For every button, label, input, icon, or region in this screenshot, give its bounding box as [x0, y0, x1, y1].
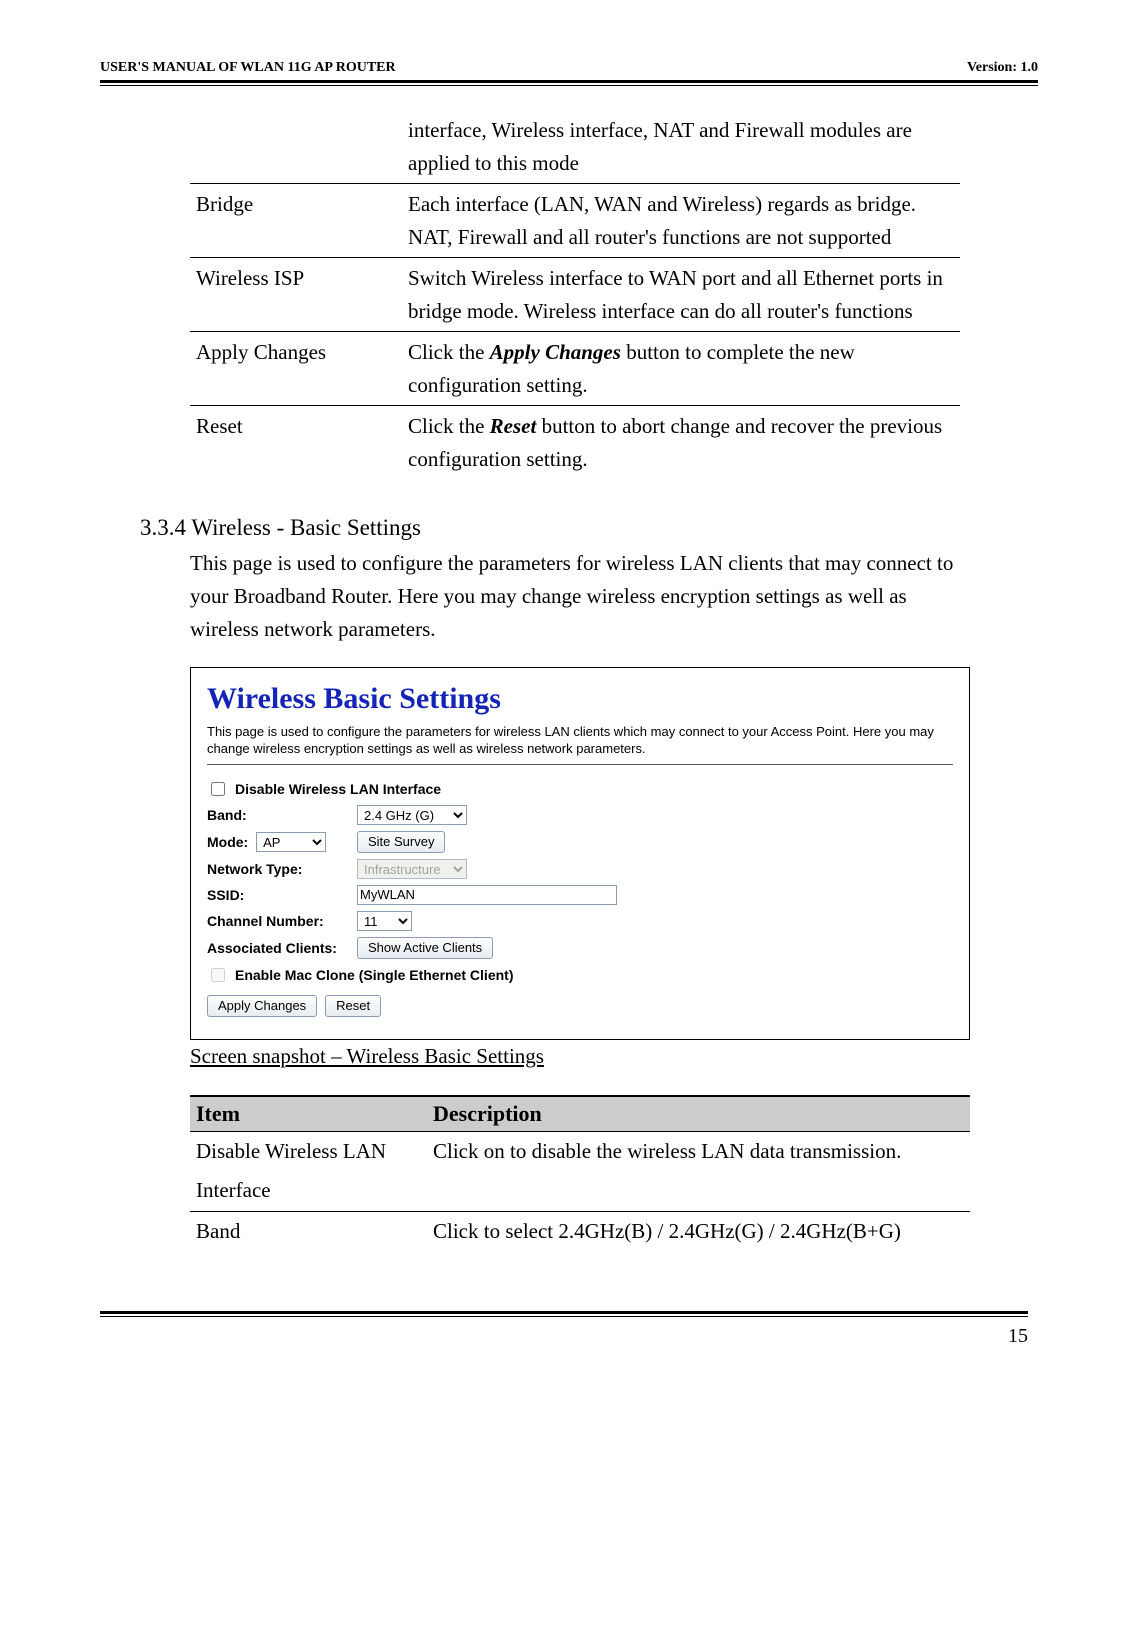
table-cell-desc: interface, Wireless interface, NAT and F…: [402, 110, 960, 184]
table-item-bridge: Bridge: [190, 184, 402, 258]
td-item-disable1: Disable Wireless LAN: [190, 1131, 427, 1171]
panel-title: Wireless Basic Settings: [207, 682, 953, 716]
footer-rule: [100, 1311, 1028, 1317]
th-item: Item: [190, 1096, 427, 1132]
reset-desc-pre: Click the: [408, 414, 490, 438]
divider: [207, 764, 953, 765]
header-rule: [100, 80, 1038, 86]
reset-desc-em: Reset: [490, 414, 537, 438]
th-desc: Description: [427, 1096, 970, 1132]
disable-wlan-label: Disable Wireless LAN Interface: [235, 781, 441, 797]
td-desc-disable: Click on to disable the wireless LAN dat…: [427, 1131, 970, 1171]
mode-description-table: interface, Wireless interface, NAT and F…: [190, 110, 960, 479]
panel-description: This page is used to configure the param…: [207, 724, 953, 758]
screenshot-caption: Screen snapshot – Wireless Basic Setting…: [190, 1044, 1038, 1069]
table-desc-bridge: Each interface (LAN, WAN and Wireless) r…: [402, 184, 960, 258]
header-right: Version: 1.0: [967, 60, 1038, 76]
disable-wlan-checkbox[interactable]: [211, 782, 225, 796]
table-cell-empty: [190, 110, 402, 184]
apply-desc-pre: Click the: [408, 340, 490, 364]
mode-label: Mode: AP: [207, 832, 357, 852]
mac-clone-label: Enable Mac Clone (Single Ethernet Client…: [235, 967, 513, 983]
apply-changes-button[interactable]: Apply Changes: [207, 995, 317, 1017]
ssid-label: SSID:: [207, 887, 357, 903]
section-heading: 3.3.4 Wireless - Basic Settings: [140, 515, 1038, 541]
band-select[interactable]: 2.4 GHz (G): [357, 805, 467, 825]
item-description-table: Item Description Disable Wireless LAN Cl…: [190, 1095, 970, 1252]
mode-select[interactable]: AP: [256, 832, 326, 852]
table-item-wisp: Wireless ISP: [190, 258, 402, 332]
page-number: 15: [1008, 1325, 1028, 1347]
mac-clone-checkbox: [211, 968, 225, 982]
show-active-clients-button[interactable]: Show Active Clients: [357, 937, 493, 959]
section-body: This page is used to configure the param…: [190, 547, 960, 645]
network-type-select: Infrastructure: [357, 859, 467, 879]
channel-label: Channel Number:: [207, 913, 357, 929]
page-header: USER'S MANUAL OF WLAN 11G AP ROUTER Vers…: [100, 60, 1038, 80]
table-desc-reset: Click the Reset button to abort change a…: [402, 406, 960, 480]
header-left: USER'S MANUAL OF WLAN 11G AP ROUTER: [100, 60, 396, 76]
td-item-disable2: Interface: [190, 1171, 427, 1211]
td-item-band: Band: [190, 1211, 427, 1251]
table-item-apply: Apply Changes: [190, 332, 402, 406]
table-desc-wisp: Switch Wireless interface to WAN port an…: [402, 258, 960, 332]
band-label: Band:: [207, 807, 357, 823]
table-desc-apply: Click the Apply Changes button to comple…: [402, 332, 960, 406]
td-desc-band: Click to select 2.4GHz(B) / 2.4GHz(G) / …: [427, 1211, 970, 1251]
channel-select[interactable]: 11: [357, 911, 412, 931]
table-item-reset: Reset: [190, 406, 402, 480]
site-survey-button[interactable]: Site Survey: [357, 831, 445, 853]
mode-label-text: Mode:: [207, 834, 248, 850]
reset-button[interactable]: Reset: [325, 995, 381, 1017]
assoc-clients-label: Associated Clients:: [207, 940, 357, 956]
td-empty: [427, 1171, 970, 1211]
ssid-input[interactable]: [357, 885, 617, 905]
wireless-settings-panel: Wireless Basic Settings This page is use…: [190, 667, 970, 1040]
apply-desc-em: Apply Changes: [490, 340, 621, 364]
network-type-label: Network Type:: [207, 861, 357, 877]
